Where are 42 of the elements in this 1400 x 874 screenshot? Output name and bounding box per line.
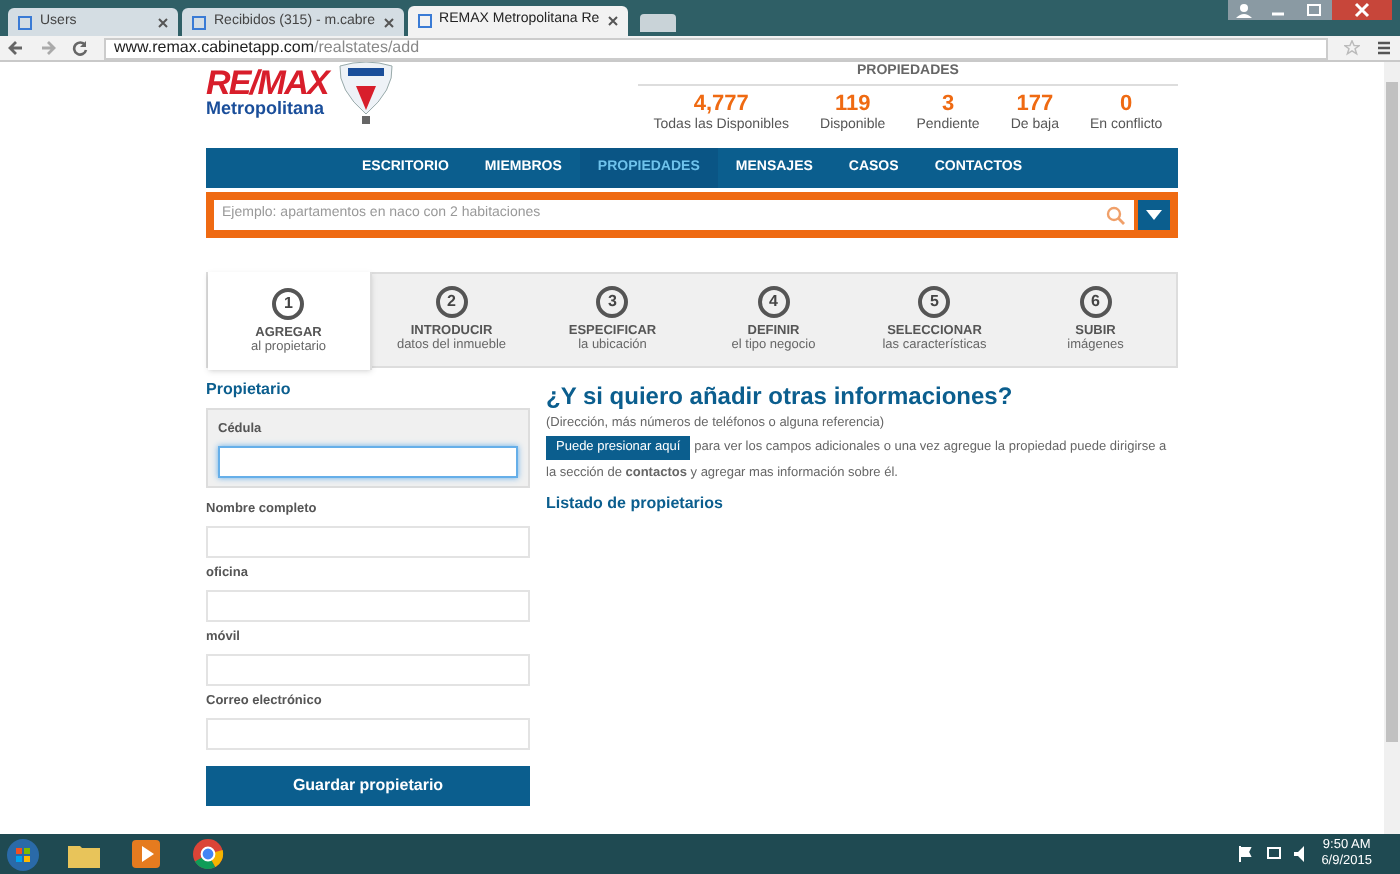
page-icon bbox=[192, 15, 206, 29]
maximize-icon[interactable] bbox=[1296, 0, 1332, 20]
owners-list-title: Listado de propietarios bbox=[546, 492, 725, 516]
page-icon bbox=[417, 14, 432, 28]
folder-icon[interactable] bbox=[68, 841, 100, 867]
media-player-icon[interactable] bbox=[132, 840, 160, 868]
step-number: 4 bbox=[757, 286, 790, 318]
step-number: 5 bbox=[918, 286, 951, 318]
flag-icon[interactable] bbox=[1237, 846, 1254, 862]
close-icon[interactable] bbox=[1332, 0, 1392, 20]
start-button[interactable] bbox=[6, 837, 40, 871]
stat-value: 3 bbox=[941, 92, 955, 116]
reload-icon[interactable] bbox=[72, 40, 88, 56]
step-number: 2 bbox=[435, 286, 468, 318]
input-field[interactable] bbox=[218, 446, 518, 478]
address-bar[interactable]: www.remax.cabinetapp.com/realstates/add bbox=[104, 37, 1328, 59]
menu-icon[interactable] bbox=[1376, 40, 1392, 56]
logo-subtitle: Metropolitana bbox=[206, 98, 327, 118]
stat-value: 0 bbox=[1120, 92, 1133, 116]
save-button[interactable]: Guardar propietario bbox=[206, 766, 530, 806]
info-heading: ¿Y si quiero añadir otras informaciones? bbox=[546, 382, 1015, 410]
form-title: Propietario bbox=[206, 380, 293, 400]
stat-value: 119 bbox=[834, 92, 871, 116]
stat-value: 4,777 bbox=[693, 92, 749, 116]
stat-value: 177 bbox=[1016, 92, 1054, 116]
scrollbar[interactable] bbox=[1384, 62, 1400, 834]
close-icon[interactable] bbox=[158, 17, 168, 27]
step-number: 1 bbox=[272, 287, 305, 319]
close-icon[interactable] bbox=[607, 16, 618, 26]
step-number: 3 bbox=[596, 286, 629, 318]
caret-icon bbox=[1146, 210, 1162, 220]
page-icon bbox=[18, 15, 32, 29]
new-tab-button[interactable] bbox=[639, 14, 676, 32]
user-icon[interactable] bbox=[1228, 0, 1260, 20]
speaker-icon[interactable] bbox=[1293, 846, 1310, 862]
step-number: 6 bbox=[1079, 286, 1112, 318]
back-icon[interactable] bbox=[8, 40, 24, 56]
close-icon[interactable] bbox=[383, 17, 394, 27]
logo-wordmark: RE/MAX bbox=[206, 68, 329, 98]
chrome-icon[interactable] bbox=[192, 838, 224, 870]
dropdown-button[interactable] bbox=[1138, 200, 1170, 230]
star-icon[interactable] bbox=[1344, 40, 1360, 56]
